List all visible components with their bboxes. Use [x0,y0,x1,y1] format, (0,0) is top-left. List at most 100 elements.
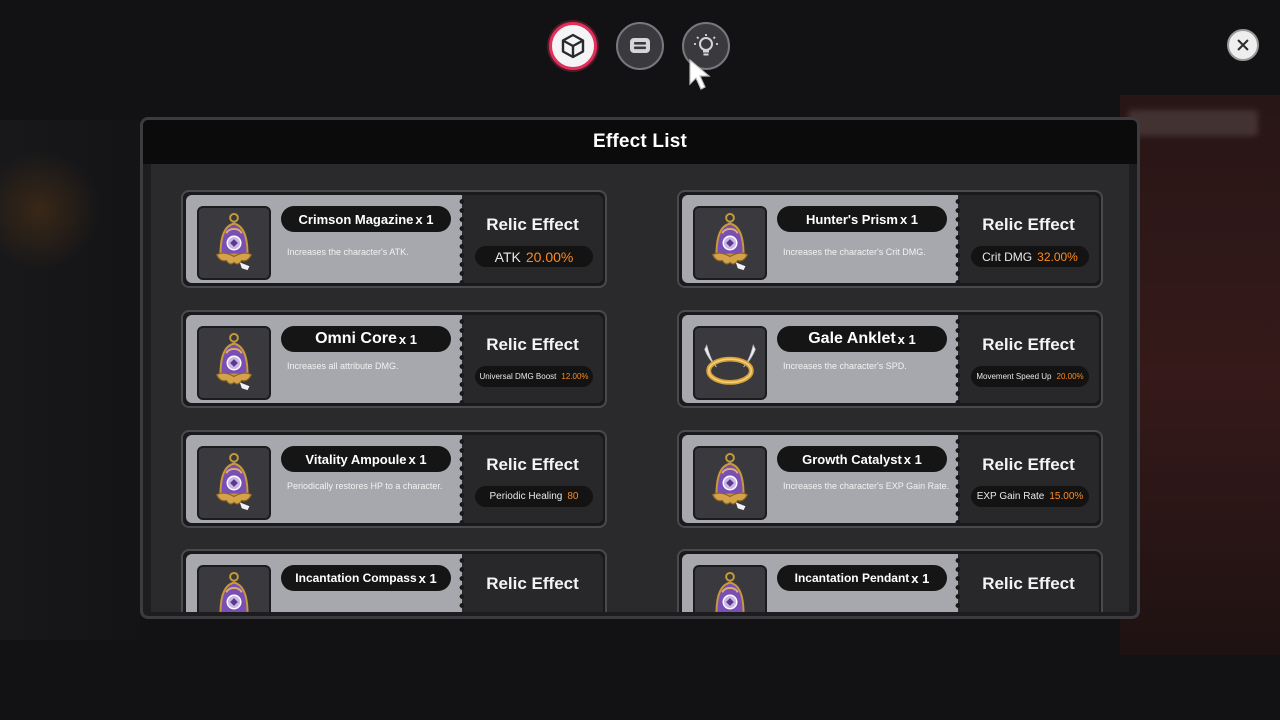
relic-quantity: x 1 [415,211,434,227]
stat-name: Universal DMG Boost [479,372,557,381]
card-effect: Relic Effect Universal DMG Boost 12.00% [462,315,603,403]
card-info: Incantation Compass x 1 [186,554,462,612]
relic-card[interactable]: Omni Core x 1 Increases all attribute DMG… [181,310,607,408]
relic-effect-title: Relic Effect [982,455,1075,474]
card-info: Omni Core x 1 Increases all attribute DMG… [186,315,462,403]
ticket-perforation [456,315,468,403]
bell-icon [215,212,253,271]
ticket-perforation [952,435,964,523]
relic-stat: ATK 20.00% [475,246,593,267]
stat-value: 15.00% [1049,491,1084,502]
relic-name-text: Hunter's Prism [805,211,898,227]
effect-list[interactable]: Crimson Magazine x 1 Increases the charac… [151,164,1129,612]
relic-quantity: x 1 [418,570,437,586]
relic-effect-title: Relic Effect [486,215,579,234]
bell-icon [715,571,745,612]
relic-effect-title: Relic Effect [486,335,579,354]
stat-value: 80 [567,491,579,502]
relic-card[interactable]: Vitality Ampoule x 1 Periodically restore… [181,430,607,528]
relic-quantity: x 1 [398,331,417,347]
relic-description: Increases all attribute DMG. [287,361,399,371]
relic-name: Incantation Pendant x 1 [777,565,947,591]
stat-name: Movement Speed Up [976,372,1052,381]
relic-stat: EXP Gain Rate 15.00% [971,486,1089,507]
stat-name: Crit DMG [982,249,1033,264]
relic-name-text: Omni Core [315,330,397,347]
bell-icon [219,571,249,612]
background-right [1120,95,1280,655]
close-icon [1237,39,1249,51]
card-effect: Relic Effect [462,554,603,612]
relic-card[interactable]: Incantation Compass x 1 Relic Effect [181,549,607,612]
ticket-perforation [952,554,964,612]
stat-name: EXP Gain Rate [976,491,1045,502]
ticket-perforation [456,554,468,612]
relic-stat: Movement Speed Up 20.00% [971,366,1089,387]
card-effect: Relic Effect Crit DMG 32.00% [958,195,1099,283]
relic-card[interactable]: Incantation Pendant x 1 Relic Effect [677,549,1103,612]
relic-icon-frame [197,565,271,612]
relic-icon-frame [197,326,271,400]
card-effect: Relic Effect ATK 20.00% [462,195,603,283]
relic-card[interactable]: Crimson Magazine x 1 Increases the charac… [181,190,607,288]
stat-name: Periodic Healing [489,491,563,502]
effect-list-panel: Effect List Crimson Magazine x 1 Increase… [140,117,1140,619]
relic-name-text: Gale Anklet [808,330,896,347]
relic-name: Growth Catalyst x 1 [777,446,947,472]
card-effect: Relic Effect Periodic Healing 80 [462,435,603,523]
relic-icon-frame [693,565,767,612]
stat-value: 32.00% [1037,249,1078,264]
relic-name: Crimson Magazine x 1 [281,206,451,232]
relic-card[interactable]: Hunter's Prism x 1 Increases the characte… [677,190,1103,288]
relic-icon-frame [693,446,767,520]
background-left [0,120,140,640]
stat-value: 20.00% [525,248,574,265]
relic-description: Increases the character's EXP Gain Rate. [783,481,950,491]
relic-name-text: Growth Catalyst [802,451,902,467]
panel-header: Effect List [143,120,1137,164]
relic-quantity: x 1 [408,451,427,467]
bell-icon [215,452,253,511]
card-info: Hunter's Prism x 1 Increases the characte… [682,195,958,283]
close-button[interactable] [1227,29,1259,61]
ticket-perforation [952,315,964,403]
mouse-cursor-icon [689,58,711,90]
relic-stat: Crit DMG 32.00% [971,246,1089,267]
relic-effect-title: Relic Effect [982,335,1075,354]
lightbulb-icon [694,34,718,56]
relic-icon-frame [693,326,767,400]
card-effect: Relic Effect Movement Speed Up 20.00% [958,315,1099,403]
relic-quantity: x 1 [897,331,916,347]
relic-description: Increases the character's SPD. [783,361,907,371]
card-info: Incantation Pendant x 1 [682,554,958,612]
bell-icon [215,332,253,391]
relic-card[interactable]: Gale Anklet x 1 Increases the character's… [677,310,1103,408]
relic-name: Incantation Compass x 1 [281,565,451,591]
relic-effect-title: Relic Effect [982,215,1075,234]
relic-stat: Periodic Healing 80 [475,486,593,507]
relic-name-text: Crimson Magazine [298,211,414,227]
relic-name-text: Incantation Pendant [794,571,910,585]
ticket-perforation [952,195,964,283]
relic-quantity: x 1 [899,211,919,227]
relic-effect-title: Relic Effect [982,574,1075,593]
chat-icon [630,38,650,53]
relic-description: Increases the character's ATK. [287,247,409,257]
bell-icon [711,452,749,511]
relic-name-text: Vitality Ampoule [305,451,407,467]
tab-relic[interactable] [549,22,597,70]
tab-chat[interactable] [616,22,664,70]
relic-description: Periodically restores HP to a character. [287,481,443,491]
stat-value: 20.00% [1056,372,1084,381]
panel-title: Effect List [592,131,688,152]
card-info: Vitality Ampoule x 1 Periodically restore… [186,435,462,523]
relic-quantity: x 1 [903,451,922,467]
winged-ring-icon [704,344,756,385]
relic-stat: Universal DMG Boost 12.00% [475,366,593,387]
relic-icon-frame [197,206,271,280]
relic-card[interactable]: Growth Catalyst x 1 Increases the charact… [677,430,1103,528]
stat-value: 12.00% [561,372,589,381]
relic-effect-title: Relic Effect [486,455,579,474]
ticket-perforation [456,435,468,523]
ticket-perforation [456,195,468,283]
